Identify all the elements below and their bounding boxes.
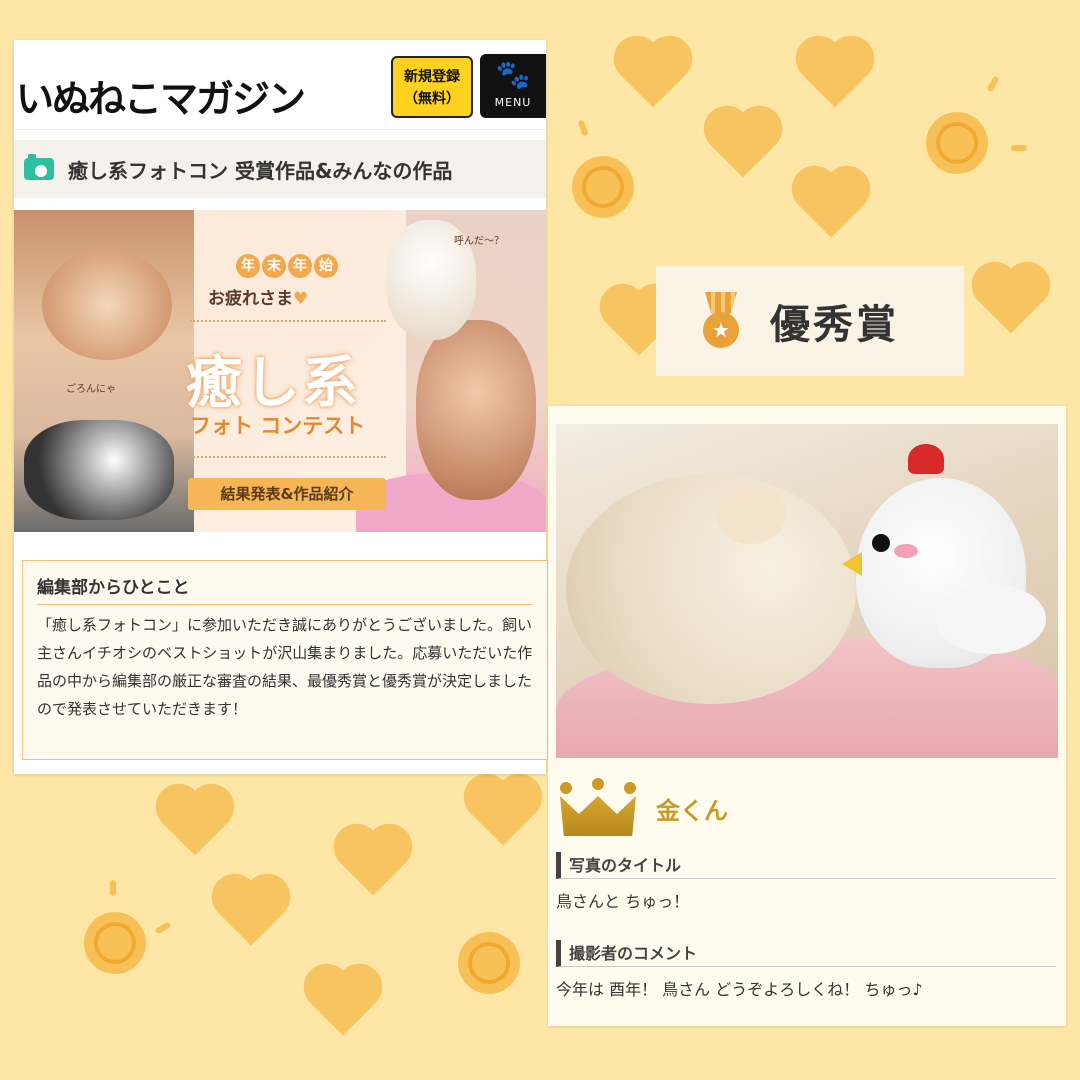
heart-decoration <box>340 830 406 896</box>
sun-ray <box>154 921 172 935</box>
bird-plush-image <box>894 544 918 558</box>
heart-decoration <box>470 780 536 846</box>
winner-name: 金くん <box>656 796 728 825</box>
cat-image <box>716 484 786 544</box>
bird-plush-image <box>842 552 862 576</box>
sun-ray <box>1011 145 1027 151</box>
winner-card: 金くん 写真のタイトル 鳥さんと ちゅっ！ 撮影者のコメント 今年は 酉年！ 鳥… <box>548 406 1066 1026</box>
crown-icon <box>556 778 640 838</box>
divider <box>190 320 386 322</box>
award-title: 優秀賞 <box>770 302 899 348</box>
sun-decoration <box>454 928 524 998</box>
cat-image <box>24 420 174 520</box>
cat-image <box>42 250 172 360</box>
winner-photo[interactable] <box>556 424 1058 758</box>
sun-ray <box>986 75 1000 93</box>
tag-char: 年 <box>288 254 312 278</box>
heart-decoration <box>978 268 1044 334</box>
cat-caption: ごろんにゃ <box>66 384 116 395</box>
heart-decoration <box>162 790 228 856</box>
contest-banner[interactable]: 年末年始 お疲れさま♥ 癒し系 フォト コンテスト 結果発表&作品紹介 ごろんに… <box>14 210 546 532</box>
logo-text: いぬねこマガジン <box>16 77 306 121</box>
photo-title-value: 鳥さんと ちゅっ！ <box>556 892 690 911</box>
paw-icon: 🐾 <box>495 58 531 91</box>
banner-subtitle: お疲れさま♥ <box>208 284 308 309</box>
photo-title-label: 写真のタイトル <box>556 852 1056 879</box>
bird-plush-image <box>936 584 1046 654</box>
sun-ray <box>577 119 589 137</box>
heart-decoration <box>802 42 868 108</box>
bird-plush-image <box>872 534 890 552</box>
site-page-panel: いぬねこマガジン 新規登録 （無料） 🐾 MENU 癒し系フォトコン 受賞作品&… <box>14 40 548 774</box>
site-logo[interactable]: いぬねこマガジン <box>16 68 306 123</box>
heart-icon: ♥ <box>293 289 309 309</box>
dog-image <box>416 320 536 500</box>
camera-icon <box>24 154 54 180</box>
sun-decoration <box>922 108 992 178</box>
tag-char: 末 <box>262 254 286 278</box>
comment-label: 撮影者のコメント <box>556 940 1056 967</box>
comment-value: 今年は 酉年！ 鳥さん どうぞよろしくね！ ちゅっ♪ <box>556 980 923 999</box>
award-label: ★ 優秀賞 <box>656 266 964 376</box>
register-button[interactable]: 新規登録 （無料） <box>391 56 473 118</box>
heart-decoration <box>710 112 776 178</box>
menu-label: MENU <box>494 96 532 109</box>
sun-ray <box>110 880 116 896</box>
tag-char: 年 <box>236 254 260 278</box>
menu-button[interactable]: 🐾 MENU <box>480 54 546 118</box>
winner-name-row: 金くん <box>556 778 728 838</box>
subtitle-text: お疲れさま <box>208 289 293 309</box>
tag-char: 始 <box>314 254 338 278</box>
heart-decoration <box>218 880 284 946</box>
register-label: 新規登録 <box>404 69 460 85</box>
editorial-body: 「癒し系フォトコン」に参加いただき誠にありがとうございました。飼い主さんイチオシ… <box>37 616 533 718</box>
site-header: いぬねこマガジン 新規登録 （無料） 🐾 MENU <box>14 40 546 130</box>
heart-decoration <box>798 172 864 238</box>
cat-image <box>566 474 856 704</box>
heart-decoration <box>310 970 376 1036</box>
bird-plush-image <box>908 444 944 474</box>
divider <box>190 456 386 458</box>
dog-caption: 呼んだ〜？ <box>454 236 504 247</box>
sun-decoration <box>80 908 150 978</box>
register-free-label: （無料） <box>404 91 460 107</box>
section-header: 癒し系フォトコン 受賞作品&みんなの作品 <box>14 140 546 198</box>
banner-contest-label: フォト コンテスト <box>190 414 366 438</box>
sun-decoration <box>568 152 638 222</box>
section-title: 癒し系フォトコン 受賞作品&みんなの作品 <box>68 158 453 183</box>
heart-decoration <box>620 42 686 108</box>
year-end-tag: 年末年始 <box>236 254 340 278</box>
medal-icon: ★ <box>700 292 742 350</box>
editorial-box: 編集部からひとこと 「癒し系フォトコン」に参加いただき誠にありがとうございました… <box>22 560 548 760</box>
banner-main-title: 癒し系 <box>186 350 360 416</box>
result-button[interactable]: 結果発表&作品紹介 <box>188 478 386 510</box>
editorial-heading: 編集部からひとこと <box>37 573 533 605</box>
